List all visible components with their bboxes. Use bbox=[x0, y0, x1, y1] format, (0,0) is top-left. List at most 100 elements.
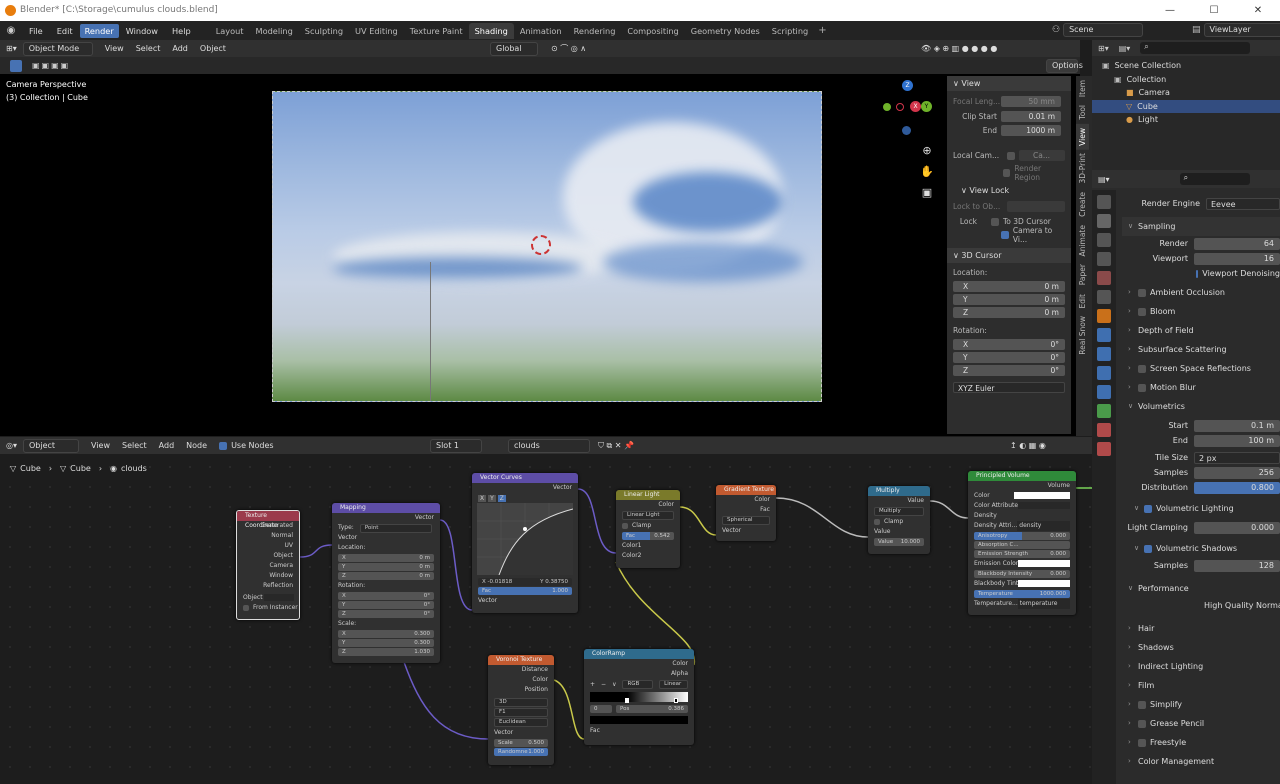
attribute-field[interactable]: density bbox=[1017, 521, 1070, 531]
zoom-icon[interactable]: ⊕ bbox=[920, 140, 934, 161]
motion-blur-checkbox[interactable] bbox=[1138, 383, 1146, 392]
color-ramp-bar[interactable] bbox=[590, 692, 688, 703]
axis-value[interactable]: 0° bbox=[424, 592, 430, 600]
visibility-icon[interactable]: 👁 ◈ ⊕ ▥ ● ● ● ● bbox=[915, 44, 1003, 53]
section-indirect-lighting[interactable]: › Indirect Lighting bbox=[1122, 657, 1280, 676]
cursor-rotation-x[interactable]: X 0° bbox=[953, 339, 1065, 350]
row-value[interactable]: 0.000 bbox=[1050, 570, 1066, 578]
shader-node-editor[interactable]: ◎▾ Object View Select Add Node Use Nodes Sl… bbox=[0, 437, 1092, 784]
volumetric-lighting-checkbox[interactable] bbox=[1144, 504, 1152, 513]
axis-value[interactable]: 0.300 bbox=[414, 630, 430, 638]
view-layer-tab-icon[interactable] bbox=[1097, 252, 1111, 266]
section-ambient-occlusion[interactable]: › Ambient Occlusion bbox=[1122, 283, 1280, 302]
stop-color-swatch[interactable] bbox=[590, 716, 688, 724]
volume-row-11[interactable]: Temperature... temperature bbox=[968, 599, 1076, 609]
axis-value[interactable]: 1.030 bbox=[414, 648, 430, 656]
sidebar-tab-view[interactable]: View bbox=[1076, 123, 1089, 150]
constraints-tab-icon[interactable] bbox=[1097, 385, 1111, 399]
material-tab-icon[interactable] bbox=[1097, 423, 1111, 437]
focal-field[interactable]: 50 mm bbox=[1001, 96, 1061, 107]
color-swatch[interactable] bbox=[1018, 560, 1070, 567]
render-engine-select[interactable]: Eevee bbox=[1206, 197, 1280, 210]
modifier-tab-icon[interactable] bbox=[1097, 328, 1111, 342]
clip-end-field[interactable]: 1000 m bbox=[1001, 125, 1061, 136]
vol-end-field[interactable]: 100 m bbox=[1194, 434, 1280, 447]
section-shadows[interactable]: › Shadows bbox=[1122, 638, 1280, 657]
principled-volume-node[interactable]: Principled Volume Volume Color Color Attr… bbox=[968, 471, 1076, 615]
view-panel-header[interactable]: ∨ View bbox=[947, 76, 1071, 91]
select-tool-icon[interactable] bbox=[10, 59, 22, 72]
section-motion-blur[interactable]: › Motion Blur bbox=[1122, 378, 1280, 397]
axis-value[interactable]: 0 m bbox=[419, 563, 430, 571]
scene-field[interactable]: Scene bbox=[1063, 23, 1144, 37]
pos-value[interactable]: 0.386 bbox=[668, 705, 684, 713]
outliner-search-input[interactable]: ⌕ bbox=[1140, 42, 1251, 54]
attribute-field[interactable] bbox=[1018, 502, 1070, 509]
volume-row-4[interactable]: Anisotropy 0.000 bbox=[974, 532, 1070, 540]
cursor-rotation-y[interactable]: Y 0° bbox=[953, 352, 1065, 363]
mode-select[interactable]: Object Mode bbox=[22, 41, 93, 56]
distance-metric-select[interactable]: Euclidean bbox=[494, 718, 548, 727]
particles-tab-icon[interactable] bbox=[1097, 347, 1111, 361]
snap-icon[interactable]: ⊙ ⌒ ◎ ∧ bbox=[545, 43, 592, 54]
tab-shading[interactable]: Shading bbox=[468, 22, 514, 39]
editor-type-icon[interactable]: ⊞▾ bbox=[0, 44, 23, 53]
mapping-rot-x[interactable]: X 0° bbox=[338, 592, 434, 600]
tab-texture-paint[interactable]: Texture Paint bbox=[404, 26, 469, 36]
from-instancer-checkbox[interactable] bbox=[243, 604, 249, 611]
mapping-rot-z[interactable]: Z 0° bbox=[338, 610, 434, 618]
outliner-item-camera[interactable]: ■ Camera bbox=[1092, 86, 1280, 100]
mapping-loc-y[interactable]: Y 0 m bbox=[338, 563, 434, 571]
sidebar-tab-item[interactable]: Item bbox=[1076, 76, 1089, 101]
options-button[interactable]: Options bbox=[1046, 58, 1083, 73]
section-screen-space-reflections[interactable]: › Screen Space Reflections bbox=[1122, 359, 1280, 378]
sidebar-tab-paper[interactable]: Paper bbox=[1076, 260, 1089, 289]
section-freestyle[interactable]: › Freestyle bbox=[1122, 733, 1280, 752]
outliner-item-cube[interactable]: ▽ Cube bbox=[1092, 99, 1280, 113]
outliner-item-light[interactable]: ● Light bbox=[1092, 113, 1280, 127]
feature-select[interactable]: F1 bbox=[494, 708, 548, 717]
menu-render[interactable]: Render bbox=[79, 23, 119, 38]
volume-row-10[interactable]: Temperature 1000.000 bbox=[974, 590, 1070, 598]
view-layer-field[interactable]: ViewLayer bbox=[1203, 23, 1280, 37]
gizmo-z-axis[interactable]: Z bbox=[902, 80, 913, 91]
color-swatch[interactable] bbox=[1018, 580, 1070, 587]
maximize-button[interactable]: ☐ bbox=[1192, 0, 1236, 21]
minimize-button[interactable]: — bbox=[1148, 0, 1192, 21]
volume-row-7[interactable]: Emission Color bbox=[968, 559, 1076, 569]
add-stop-button[interactable]: + bbox=[590, 681, 595, 688]
value-field[interactable]: 10.000 bbox=[901, 538, 920, 546]
tab-animation[interactable]: Animation bbox=[514, 26, 568, 36]
blender-menu-icon[interactable]: ◉ bbox=[0, 25, 22, 36]
ramp-stop[interactable] bbox=[674, 698, 678, 703]
row-value[interactable]: 1000.000 bbox=[1040, 590, 1066, 598]
camera-to-view-checkbox[interactable] bbox=[1001, 230, 1009, 239]
volume-row-8[interactable]: Blackbody Intensity 0.000 bbox=[974, 570, 1070, 578]
sidebar-tab-3d-print[interactable]: 3D-Print bbox=[1076, 149, 1089, 188]
transform-orientation[interactable]: Global bbox=[490, 41, 538, 56]
mapping-loc-x[interactable]: X 0 m bbox=[338, 554, 434, 562]
channel-z-button[interactable]: Z bbox=[497, 494, 506, 502]
type-select[interactable]: Point bbox=[359, 524, 432, 533]
gizmo-neg-z[interactable] bbox=[902, 126, 911, 135]
axis-value[interactable]: 0° bbox=[424, 610, 430, 618]
tab-rendering[interactable]: Rendering bbox=[568, 26, 622, 36]
section-color-management[interactable]: › Color Management bbox=[1122, 752, 1280, 771]
vol-start-field[interactable]: 0.1 m bbox=[1194, 419, 1280, 432]
volume-row-0[interactable]: Color bbox=[968, 491, 1076, 501]
section-hair[interactable]: › Hair bbox=[1122, 619, 1280, 638]
volumetric-shadows-checkbox[interactable] bbox=[1144, 544, 1152, 553]
tab-geometry-nodes[interactable]: Geometry Nodes bbox=[685, 26, 766, 36]
tile-size-select[interactable]: 2 px bbox=[1194, 451, 1280, 464]
section-checkbox[interactable] bbox=[1138, 738, 1146, 747]
attribute-field[interactable]: temperature bbox=[1017, 599, 1070, 609]
render-region-checkbox[interactable] bbox=[1003, 168, 1011, 177]
gradient-type-select[interactable]: Spherical bbox=[722, 516, 770, 525]
viewport-denoising-checkbox[interactable] bbox=[1196, 269, 1199, 278]
stop-index-field[interactable]: 0 bbox=[590, 705, 612, 713]
cursor-location-x[interactable]: X0 m bbox=[953, 281, 1065, 292]
sidebar-tab-tool[interactable]: Tool bbox=[1076, 101, 1089, 124]
tab-uv-editing[interactable]: UV Editing bbox=[349, 26, 404, 36]
outliner-type-icon[interactable]: ⊞▾ bbox=[1098, 44, 1109, 53]
axis-value[interactable]: 0.300 bbox=[414, 639, 430, 647]
